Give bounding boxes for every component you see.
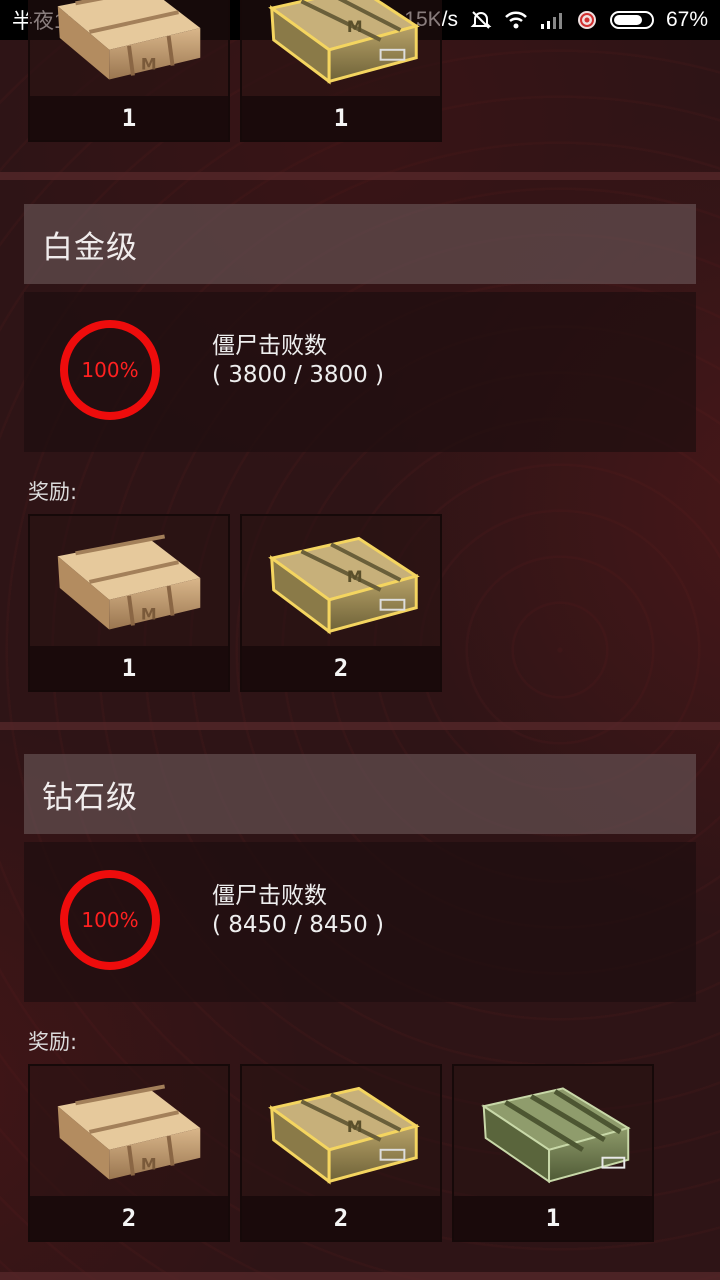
tier-title: 白金级 bbox=[24, 204, 696, 284]
wooden-crate-icon bbox=[30, 0, 228, 96]
reward-qty: 2 bbox=[30, 1196, 228, 1240]
rewards-label: 奖励: bbox=[28, 480, 78, 504]
wifi-icon bbox=[504, 10, 528, 30]
reward-card[interactable]: 1 bbox=[28, 0, 230, 142]
tier-title: 钻石级 bbox=[24, 754, 696, 834]
reward-card[interactable]: 2 bbox=[240, 1064, 442, 1242]
progress-percent: 100% bbox=[81, 908, 139, 932]
progress-percent: 100% bbox=[81, 358, 139, 382]
reward-qty: 1 bbox=[242, 96, 440, 140]
progress-panel: 100% 僵尸击败数 ( 8450 / 8450 ) bbox=[24, 842, 696, 1002]
reward-qty: 1 bbox=[30, 96, 228, 140]
reward-card[interactable]: 1 bbox=[240, 0, 442, 142]
progress-label: 僵尸击败数 bbox=[212, 883, 327, 909]
battery-icon bbox=[609, 11, 654, 29]
gold-crate-icon bbox=[242, 0, 440, 96]
reward-qty: 1 bbox=[30, 646, 228, 690]
rewards-label: 奖励: bbox=[28, 1030, 78, 1054]
progress-count: ( 3800 / 3800 ) bbox=[212, 362, 385, 388]
gold-crate-icon bbox=[242, 516, 440, 646]
alarm-off-icon bbox=[470, 9, 492, 31]
gold-crate-icon bbox=[242, 1066, 440, 1196]
section-divider bbox=[0, 1272, 720, 1280]
progress-ring: 100% bbox=[60, 320, 160, 420]
section-divider bbox=[0, 722, 720, 730]
section-divider bbox=[0, 172, 720, 180]
reward-qty: 1 bbox=[454, 1196, 652, 1240]
reward-qty: 2 bbox=[242, 646, 440, 690]
reward-card[interactable]: 1 bbox=[452, 1064, 654, 1242]
progress-count: ( 8450 / 8450 ) bbox=[212, 912, 385, 938]
wooden-crate-icon bbox=[30, 516, 228, 646]
progress-ring: 100% bbox=[60, 870, 160, 970]
reward-card[interactable]: 2 bbox=[28, 1064, 230, 1242]
reward-card[interactable]: 2 bbox=[240, 514, 442, 692]
reward-card[interactable]: 1 bbox=[28, 514, 230, 692]
app-notification-icon bbox=[576, 9, 598, 31]
battery-percent: 67% bbox=[665, 8, 708, 31]
signal-icon bbox=[540, 11, 564, 29]
reward-qty: 2 bbox=[242, 1196, 440, 1240]
wooden-crate-icon bbox=[30, 1066, 228, 1196]
progress-label: 僵尸击败数 bbox=[212, 333, 327, 359]
progress-panel: 100% 僵尸击败数 ( 3800 / 3800 ) bbox=[24, 292, 696, 452]
military-crate-icon bbox=[454, 1066, 652, 1196]
